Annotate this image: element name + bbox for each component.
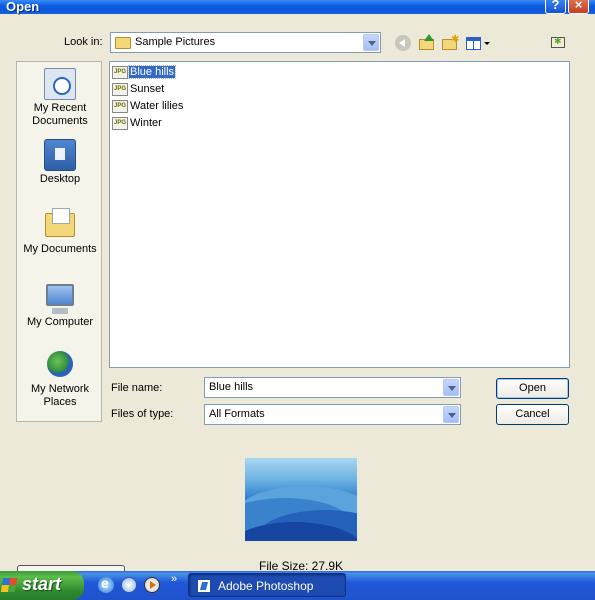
jpg-file-icon: JPG bbox=[112, 117, 128, 130]
recent-documents-icon bbox=[44, 68, 76, 100]
back-icon[interactable] bbox=[395, 35, 411, 51]
place-recent-documents[interactable]: My Recent Documents bbox=[17, 68, 103, 128]
internet-explorer-icon[interactable] bbox=[98, 575, 114, 593]
place-desktop[interactable]: Desktop bbox=[17, 139, 103, 186]
windows-logo-icon bbox=[0, 578, 18, 592]
chevron-down-icon[interactable] bbox=[363, 34, 379, 51]
tools-icon[interactable]: ✱ bbox=[550, 34, 568, 52]
media-player-icon[interactable] bbox=[144, 577, 160, 593]
place-my-computer[interactable]: My Computer bbox=[17, 280, 103, 329]
file-name: Blue hills bbox=[127, 65, 177, 79]
my-documents-icon bbox=[45, 208, 75, 237]
look-in-value: Sample Pictures bbox=[135, 36, 216, 48]
file-type-value: All Formats bbox=[209, 408, 265, 420]
places-bar: My Recent Documents Desktop My Documents… bbox=[16, 61, 102, 422]
place-label: Desktop bbox=[39, 173, 81, 185]
start-button[interactable]: start bbox=[0, 571, 84, 600]
place-label: My Documents bbox=[23, 243, 97, 255]
up-folder-icon[interactable] bbox=[418, 34, 436, 52]
jpg-file-icon: JPG bbox=[112, 83, 128, 96]
folder-icon bbox=[115, 37, 131, 49]
place-label: My Network Places bbox=[30, 383, 90, 408]
place-my-documents[interactable]: My Documents bbox=[17, 208, 103, 256]
file-type-label: Files of type: bbox=[111, 408, 174, 420]
views-menu-icon[interactable] bbox=[465, 34, 491, 52]
desktop-icon bbox=[44, 139, 76, 171]
network-places-icon bbox=[47, 351, 73, 377]
title-bar: Open ? × bbox=[0, 0, 595, 14]
file-name-label: File name: bbox=[111, 382, 163, 394]
look-in-dropdown[interactable]: Sample Pictures bbox=[110, 32, 381, 53]
chevron-down-icon[interactable] bbox=[443, 406, 459, 423]
help-button[interactable]: ? bbox=[545, 0, 566, 14]
jpg-file-icon: JPG bbox=[112, 66, 128, 79]
outlook-express-icon[interactable] bbox=[121, 577, 137, 593]
file-name: Water lilies bbox=[130, 100, 184, 112]
file-type-dropdown[interactable]: All Formats bbox=[204, 404, 461, 425]
start-label: start bbox=[22, 574, 62, 594]
place-network-places[interactable]: My Network Places bbox=[17, 351, 103, 409]
file-name-combo[interactable]: Blue hills bbox=[204, 377, 461, 398]
image-preview bbox=[245, 458, 357, 541]
jpg-file-icon: JPG bbox=[112, 100, 128, 113]
new-folder-icon[interactable]: ✱ bbox=[441, 34, 459, 52]
taskbar: start » Adobe Photoshop bbox=[0, 571, 595, 600]
chevron-down-icon[interactable] bbox=[443, 379, 459, 396]
close-button[interactable]: × bbox=[568, 0, 589, 14]
cancel-button[interactable]: Cancel bbox=[496, 404, 569, 425]
place-label: My Computer bbox=[26, 316, 94, 328]
file-list[interactable]: JPG Blue hills JPG Sunset JPG Water lili… bbox=[109, 61, 570, 368]
file-name-value: Blue hills bbox=[209, 381, 254, 393]
taskbar-item-photoshop[interactable]: Adobe Photoshop bbox=[188, 573, 346, 597]
window-title: Open bbox=[6, 0, 40, 14]
photoshop-icon bbox=[197, 579, 211, 593]
look-in-label: Look in: bbox=[64, 36, 103, 48]
file-name: Winter bbox=[130, 117, 162, 129]
my-computer-icon bbox=[46, 284, 74, 314]
taskbar-item-label: Adobe Photoshop bbox=[218, 579, 314, 593]
open-button[interactable]: Open bbox=[496, 378, 569, 399]
place-label: My Recent Documents bbox=[32, 102, 88, 127]
file-name: Sunset bbox=[130, 83, 165, 95]
quick-launch-chevron-icon[interactable]: » bbox=[171, 573, 177, 585]
